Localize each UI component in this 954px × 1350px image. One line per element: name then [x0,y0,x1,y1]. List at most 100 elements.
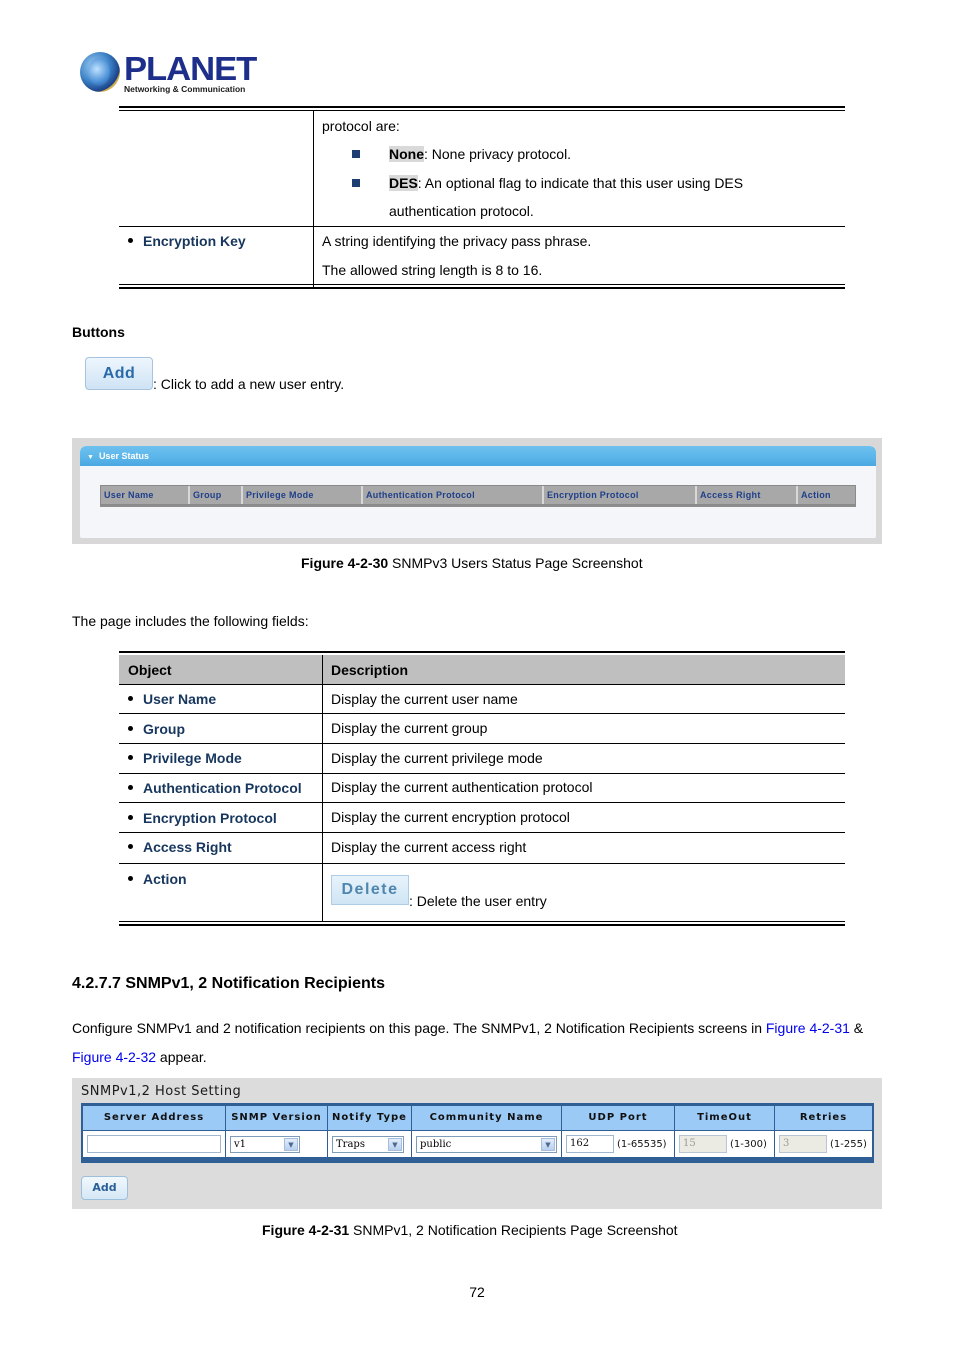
section-paragraph-line-2: Figure 4-2-32 appear. [72,1049,207,1065]
page-number: 72 [469,1284,485,1300]
snmp-version-select[interactable]: v1 ▼ [230,1135,300,1153]
cell-snmp-version: v1 ▼ [226,1131,328,1157]
column-udp-port: UDP Port [562,1106,675,1131]
table-underline [100,505,856,507]
desc-access-right: Display the current access right [331,839,527,855]
row-divider [119,226,845,227]
collapse-triangle-icon[interactable]: ▼ [87,448,94,468]
user-status-panel: ▼ User Status User Name Group Privilege M… [80,446,876,538]
row-divider [119,802,845,803]
desc-privilege-mode: Display the current privilege mode [331,750,543,766]
cell-community-name: public ▼ [412,1131,562,1157]
user-status-screenshot: ▼ User Status User Name Group Privilege M… [72,438,882,544]
delete-button-image: Delete [331,875,409,905]
add-button-image: Add [85,357,153,390]
encryption-key-desc-1: A string identifying the privacy pass ph… [322,233,592,249]
udp-port-input[interactable]: 162 [566,1135,614,1153]
object-access-right: Access Right [128,839,232,855]
row-divider [119,863,845,864]
object-encryption-key: Encryption Key [128,233,246,249]
square-bullet-icon [352,150,360,158]
column-retries: Retries [775,1106,872,1131]
chevron-down-icon[interactable]: ▼ [284,1137,298,1151]
row-divider [119,743,845,744]
retries-input[interactable]: 3 [779,1135,827,1153]
globe-icon [80,52,120,92]
figure-caption-text: SNMPv3 Users Status Page Screenshot [388,555,643,571]
table-bottom-rule [119,287,845,289]
column-notify-type: Notify Type [328,1106,412,1131]
notify-type-select[interactable]: Traps ▼ [332,1135,404,1153]
section-paragraph-line-1: Configure SNMPv1 and 2 notification reci… [72,1020,863,1036]
table-bottom-rule-inner [119,921,845,922]
figure-caption-text: SNMPv1, 2 Notification Recipients Page S… [349,1222,678,1238]
cell-notify-type: Traps ▼ [328,1131,412,1157]
object-group: Group [128,721,185,737]
logo-tagline: Networking & Communication [124,84,246,94]
column-community-name: Community Name [412,1106,562,1131]
header-object: Object [128,662,172,678]
object-label: Action [143,871,187,887]
object-action: Action [128,871,187,887]
chevron-down-icon[interactable]: ▼ [388,1137,402,1151]
table-bottom-rule-inner [119,284,845,285]
buttons-heading: Buttons [72,324,125,340]
object-label: Group [143,721,185,737]
figure-4-2-32-link[interactable]: Figure 4-2-32 [72,1049,156,1065]
timeout-input[interactable]: 15 [679,1135,727,1153]
desc-user-name: Display the current user name [331,691,518,707]
timeout-range: (1-300) [730,1138,767,1150]
user-status-panel-header[interactable]: ▼ User Status [80,446,876,466]
option-des: DES: An optional flag to indicate that t… [389,175,743,191]
header-description: Description [331,662,409,678]
table-top-rule [119,651,845,653]
object-label: User Name [143,691,217,707]
column-server-address: Server Address [83,1106,226,1131]
table-bottom-rule [119,924,845,926]
add-button[interactable]: Add [81,1176,128,1200]
chevron-down-icon[interactable]: ▼ [541,1137,555,1151]
figure-30-caption: Figure 4-2-30 SNMPv3 Users Status Page S… [301,555,643,571]
bullet-icon [128,843,133,849]
community-name-select[interactable]: public ▼ [416,1135,557,1153]
bullet-icon [128,695,133,701]
column-divider [313,110,314,288]
bullet-icon [128,814,133,820]
column-access-right: Access Right [697,486,798,504]
figure-number: Figure 4-2-30 [301,555,389,571]
object-encryption-protocol: Encryption Protocol [128,810,277,826]
encryption-key-desc-2: The allowed string length is 8 to 16. [322,262,543,278]
panel-title: User Status [98,451,149,461]
option-none: None: None privacy protocol. [389,146,571,162]
row-divider [119,832,845,833]
protocol-intro: protocol are: [322,118,400,134]
cell-retries: 3 (1-255) [775,1131,872,1157]
desc-encryption-protocol: Display the current encryption protocol [331,809,570,825]
host-setting-title: SNMPv1,2 Host Setting [81,1084,242,1099]
udp-port-range: (1-65535) [617,1138,667,1150]
desc-group: Display the current group [331,720,488,736]
column-encryption-protocol: Encryption Protocol [544,486,697,504]
object-label: Encryption Protocol [143,810,277,826]
column-snmp-version: SNMP Version [226,1106,328,1131]
host-setting-screenshot: SNMPv1,2 Host Setting Server Address SNM… [72,1078,882,1209]
host-setting-table: Server Address SNMP Version Notify Type … [81,1103,874,1163]
column-user-name: User Name [101,486,190,504]
logo-brand: PLANET [124,50,257,87]
table-row: v1 ▼ Traps ▼ public ▼ 162 (1-65535) 15 (1-3… [83,1131,872,1157]
object-user-name: User Name [128,691,216,707]
figure-31-caption: Figure 4-2-31 SNMPv1, 2 Notification Rec… [262,1222,678,1238]
square-bullet-icon [352,179,360,187]
row-divider [119,713,845,714]
figure-number: Figure 4-2-31 [262,1222,350,1238]
bullet-icon [128,237,133,243]
figure-4-2-31-link[interactable]: Figure 4-2-31 [766,1020,850,1036]
bullet-icon [128,754,133,760]
column-action: Action [801,490,831,500]
paragraph-text: appear. [156,1049,207,1065]
table-header-row [119,655,845,685]
option-term: None [389,146,424,162]
server-address-input[interactable] [87,1135,221,1153]
cell-udp-port: 162 (1-65535) [562,1131,675,1157]
option-text: : An optional flag to indicate that this… [417,175,744,191]
